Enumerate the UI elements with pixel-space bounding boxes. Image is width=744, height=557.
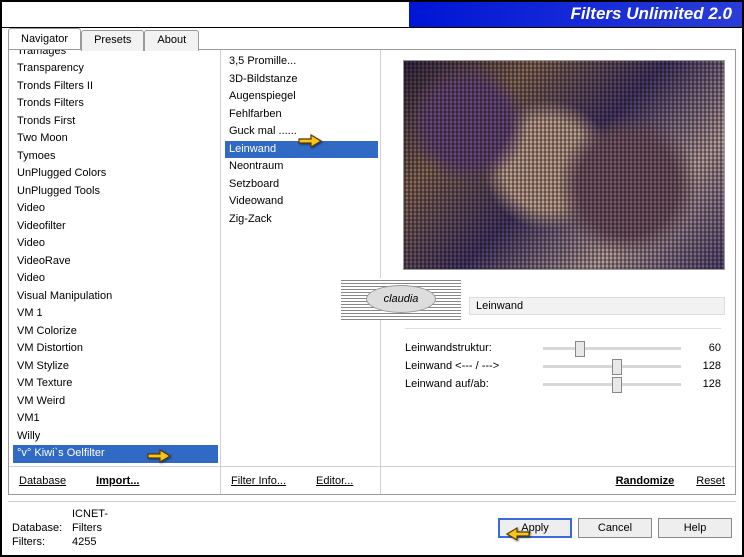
- param-slider[interactable]: [543, 383, 681, 386]
- separator: [405, 328, 721, 329]
- list-item[interactable]: Visual Manipulation: [13, 288, 218, 306]
- list-item[interactable]: VM1: [13, 410, 218, 428]
- reset-link[interactable]: Reset: [696, 475, 725, 487]
- filter-name-label: Leinwand: [469, 297, 725, 315]
- list-item[interactable]: Neontraum: [225, 158, 378, 176]
- list-item[interactable]: Tymoes: [13, 148, 218, 166]
- param-value: 128: [689, 360, 721, 372]
- list-item[interactable]: Leinwand: [225, 141, 378, 159]
- list-item[interactable]: Willy: [13, 428, 218, 446]
- preview-image: [403, 60, 725, 270]
- filter-panel: 3,5 Promille...3D-BildstanzeAugenspiegel…: [221, 50, 381, 494]
- preview-wrap: [381, 50, 735, 270]
- param-label: Leinwandstruktur:: [405, 342, 535, 354]
- list-item[interactable]: VM Distortion: [13, 340, 218, 358]
- filter-list[interactable]: 3,5 Promille...3D-BildstanzeAugenspiegel…: [221, 50, 380, 466]
- category-panel: TormentiaTramagesTransparencyTronds Filt…: [9, 50, 221, 494]
- author-badge-text: claudia: [366, 285, 436, 313]
- editor-link[interactable]: Editor...: [316, 475, 353, 487]
- filter-footer: Filter Info... Editor...: [221, 466, 380, 494]
- param-row: Leinwand <--- / ---> 128: [405, 357, 721, 375]
- filter-info-link[interactable]: Filter Info...: [231, 475, 286, 487]
- tab-presets[interactable]: Presets: [81, 30, 144, 51]
- list-item[interactable]: Tronds Filters: [13, 95, 218, 113]
- param-value: 60: [689, 342, 721, 354]
- list-item[interactable]: 3D-Bildstanze: [225, 71, 378, 89]
- list-item[interactable]: VM Stylize: [13, 358, 218, 376]
- app-title: Filters Unlimited 2.0: [570, 4, 732, 24]
- list-item[interactable]: Videofilter: [13, 218, 218, 236]
- category-footer: Database Import...: [9, 466, 220, 494]
- randomize-link[interactable]: Randomize: [616, 475, 675, 487]
- list-item[interactable]: Guck mal ......: [225, 123, 378, 141]
- footer-info: Database:ICNET-Filters Filters:4255: [8, 507, 132, 549]
- filter-name-row: claudia Leinwand: [381, 270, 735, 324]
- list-item[interactable]: Tronds Filters II: [13, 78, 218, 96]
- cancel-button[interactable]: Cancel: [578, 518, 652, 538]
- param-slider[interactable]: [543, 347, 681, 350]
- author-badge: claudia: [341, 278, 461, 320]
- list-item[interactable]: Video: [13, 235, 218, 253]
- list-item[interactable]: VM Texture: [13, 375, 218, 393]
- apply-button[interactable]: Apply: [498, 518, 572, 538]
- db-label: Database:: [12, 521, 72, 535]
- param-label: Leinwand <--- / --->: [405, 360, 535, 372]
- tab-strip: Navigator Presets About: [8, 28, 199, 49]
- list-item[interactable]: VideoRave: [13, 253, 218, 271]
- db-value: ICNET-Filters: [72, 507, 132, 535]
- list-item[interactable]: °v° Kiwi`s Oelfilter: [13, 445, 218, 463]
- tab-about[interactable]: About: [144, 30, 199, 51]
- list-item[interactable]: Tramages: [13, 50, 218, 60]
- footer-buttons: Apply Cancel Help: [498, 518, 736, 538]
- preview-footer: Randomize Reset: [381, 466, 735, 494]
- database-link[interactable]: Database: [19, 475, 66, 487]
- list-item[interactable]: Videowand: [225, 193, 378, 211]
- parameters: Leinwandstruktur: 60 Leinwand <--- / ---> 1…: [381, 333, 735, 393]
- list-item[interactable]: Setzboard: [225, 176, 378, 194]
- preview-panel: claudia Leinwand Leinwandstruktur:60Lein…: [381, 50, 735, 494]
- list-item[interactable]: Video: [13, 200, 218, 218]
- title-bar: Filters Unlimited 2.0: [2, 2, 742, 28]
- list-item[interactable]: Two Moon: [13, 130, 218, 148]
- help-button[interactable]: Help: [658, 518, 732, 538]
- category-list[interactable]: TormentiaTramagesTransparencyTronds Filt…: [9, 50, 220, 466]
- content-area: TormentiaTramagesTransparencyTronds Filt…: [8, 49, 736, 495]
- list-item[interactable]: Fehlfarben: [225, 106, 378, 124]
- list-item[interactable]: VM Weird: [13, 393, 218, 411]
- list-item[interactable]: Tronds First: [13, 113, 218, 131]
- list-item[interactable]: Transparency: [13, 60, 218, 78]
- param-label: Leinwand auf/ab:: [405, 378, 535, 390]
- param-slider[interactable]: [543, 365, 681, 368]
- dialog-footer: Database:ICNET-Filters Filters:4255 Appl…: [8, 501, 736, 547]
- param-row: Leinwand auf/ab: 128: [405, 375, 721, 393]
- list-item[interactable]: UnPlugged Colors: [13, 165, 218, 183]
- list-item[interactable]: Zig-Zack: [225, 211, 378, 229]
- count-value: 4255: [72, 535, 132, 549]
- list-item[interactable]: VM 1: [13, 305, 218, 323]
- list-item[interactable]: 3,5 Promille...: [225, 53, 378, 71]
- param-value: 128: [689, 378, 721, 390]
- list-item[interactable]: Augenspiegel: [225, 88, 378, 106]
- count-label: Filters:: [12, 535, 72, 549]
- list-item[interactable]: VM Colorize: [13, 323, 218, 341]
- param-row: Leinwandstruktur: 60: [405, 339, 721, 357]
- list-item[interactable]: Video: [13, 270, 218, 288]
- tab-navigator[interactable]: Navigator: [8, 28, 81, 49]
- list-item[interactable]: UnPlugged Tools: [13, 183, 218, 201]
- import-link[interactable]: Import...: [96, 475, 139, 487]
